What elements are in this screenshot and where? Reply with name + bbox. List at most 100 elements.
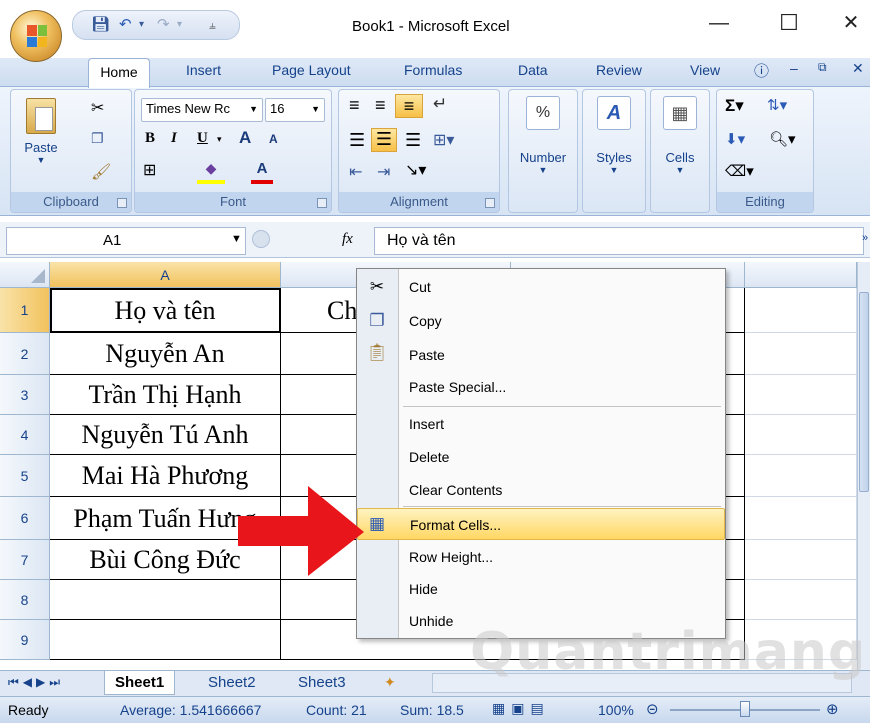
italic-button[interactable]: I (171, 130, 177, 147)
cell-d[interactable] (745, 288, 857, 333)
align-bottom-icon[interactable]: ≡ (395, 94, 423, 118)
increase-indent-icon[interactable]: ⇥ (377, 162, 390, 182)
ribbon-close-icon[interactable]: ✕ (852, 60, 864, 77)
column-header-a[interactable]: A (50, 262, 281, 288)
row-header[interactable]: 6 (0, 497, 50, 540)
grow-font-button[interactable]: A (239, 128, 251, 148)
tab-formulas[interactable]: Formulas (404, 62, 462, 78)
align-top-icon[interactable]: ≡ (349, 96, 360, 114)
tab-view[interactable]: View (690, 62, 720, 78)
autosum-icon[interactable]: Σ▾ (725, 96, 744, 116)
cell-a[interactable] (50, 620, 281, 660)
redo-dropdown-icon[interactable]: ▾ (177, 16, 182, 34)
cell-d[interactable] (745, 333, 857, 375)
menu-item-paste[interactable]: Paste (399, 339, 725, 371)
cell-a[interactable]: Trần Thị Hạnh (50, 375, 281, 415)
maximize-button[interactable]: ☐ (772, 8, 806, 38)
ribbon-minimize-icon[interactable]: – (790, 60, 798, 76)
undo-dropdown-icon[interactable]: ▾ (139, 16, 144, 34)
row-header[interactable]: 5 (0, 455, 50, 497)
row-header[interactable]: 8 (0, 580, 50, 620)
cell-a[interactable]: Họ và tên (50, 288, 281, 333)
menu-item-clear-contents[interactable]: Clear Contents (399, 474, 725, 506)
customize-qat-icon[interactable]: ⫨ (209, 16, 216, 34)
cell-d[interactable] (745, 497, 857, 540)
tab-home[interactable]: Home (88, 58, 150, 88)
styles-button[interactable]: A Styles ▼ (585, 96, 643, 175)
cell-d[interactable] (745, 580, 857, 620)
underline-button[interactable]: U (197, 130, 208, 147)
decrease-indent-icon[interactable]: ⇤ (349, 162, 362, 182)
select-all-button[interactable] (0, 262, 50, 288)
cell-a[interactable]: Nguyễn Tú Anh (50, 415, 281, 455)
font-size-box[interactable]: 16 ▼ (265, 98, 325, 122)
sort-filter-icon[interactable]: ⇅▾ (767, 96, 787, 114)
orientation-icon[interactable]: ↘▾ (405, 160, 426, 180)
menu-item-delete[interactable]: Delete (399, 441, 725, 473)
save-icon[interactable]: 💾︎ (91, 16, 110, 34)
name-box[interactable]: A1 ▼ (6, 227, 246, 255)
font-name-box[interactable]: Times New Rc ▼ (141, 98, 263, 122)
view-buttons[interactable]: ▦▣▤ (492, 700, 550, 717)
wrap-text-icon[interactable]: ↵ (433, 94, 447, 114)
help-icon[interactable]: ⓘ (754, 60, 769, 81)
fill-color-icon[interactable]: ◆ (197, 160, 225, 184)
find-select-icon[interactable]: 🔍︎▾ (769, 130, 796, 148)
name-box-dropdown-icon[interactable]: ▼ (231, 233, 242, 245)
redo-icon[interactable]: ↷ (157, 16, 170, 34)
zoom-in-icon[interactable]: ⊕ (826, 700, 839, 718)
undo-icon[interactable]: ↶ (119, 16, 132, 34)
cell-d[interactable] (745, 375, 857, 415)
number-button[interactable]: % Number ▼ (513, 96, 573, 175)
fill-icon[interactable]: ⬇▾ (725, 130, 745, 148)
bold-button[interactable]: B (145, 130, 155, 147)
scroll-thumb[interactable] (859, 292, 869, 492)
row-header[interactable]: 7 (0, 540, 50, 580)
shrink-font-button[interactable]: A (269, 132, 278, 146)
row-header[interactable]: 4 (0, 415, 50, 455)
cell-a[interactable] (50, 580, 281, 620)
align-right-icon[interactable]: ☰ (405, 130, 421, 151)
menu-item-hide[interactable]: Hide (399, 573, 725, 605)
sheet-tab-1[interactable]: Sheet1 (104, 671, 176, 695)
fx-icon[interactable]: fx (342, 231, 353, 248)
cell-d[interactable] (745, 455, 857, 497)
copy-icon[interactable]: ❐ (91, 130, 104, 147)
clear-icon[interactable]: ⌫▾ (725, 162, 754, 180)
paste-button[interactable]: Paste ▼ (17, 94, 65, 176)
menu-item-copy[interactable]: Copy (399, 305, 725, 337)
format-painter-icon[interactable]: 🖌︎ (91, 162, 111, 182)
align-left-icon[interactable]: ☰ (349, 130, 365, 151)
cell-d[interactable] (745, 415, 857, 455)
ribbon-restore-icon[interactable]: ⧉ (818, 60, 827, 75)
row-header[interactable]: 1 (0, 288, 50, 333)
font-launcher-icon[interactable] (317, 198, 327, 208)
borders-icon[interactable]: ⊞ (143, 160, 156, 180)
sheet-nav-icons[interactable]: ⏮◀▶⏭ (8, 675, 64, 690)
menu-item-cut[interactable]: Cut (399, 271, 725, 303)
vertical-scrollbar[interactable] (857, 262, 870, 670)
formula-input[interactable]: Họ và tên (374, 227, 864, 255)
menu-item-insert[interactable]: Insert (399, 408, 725, 440)
cells-button[interactable]: ▦ Cells ▼ (653, 96, 707, 175)
cell-d[interactable] (745, 540, 857, 580)
row-header[interactable]: 3 (0, 375, 50, 415)
menu-item-paste-special[interactable]: Paste Special... (399, 371, 725, 403)
alignment-launcher-icon[interactable] (485, 198, 495, 208)
minimize-button[interactable]: — (702, 8, 736, 38)
tab-page-layout[interactable]: Page Layout (272, 62, 351, 78)
close-button[interactable]: ✕ (834, 8, 868, 38)
zoom-slider-thumb[interactable] (740, 701, 750, 717)
row-header[interactable]: 9 (0, 620, 50, 660)
sheet-tab-2[interactable]: Sheet2 (198, 671, 266, 695)
column-header-d[interactable] (745, 262, 857, 288)
underline-dropdown-icon[interactable]: ▾ (217, 134, 222, 145)
merge-center-icon[interactable]: ⊞▾ (433, 130, 454, 150)
office-button[interactable] (10, 10, 62, 62)
tab-review[interactable]: Review (596, 62, 642, 78)
tab-data[interactable]: Data (518, 62, 548, 78)
menu-item-row-height[interactable]: Row Height... (399, 541, 725, 573)
expand-formula-icon[interactable]: » (862, 232, 868, 244)
align-middle-icon[interactable]: ≡ (375, 96, 386, 114)
zoom-out-icon[interactable]: ⊝ (646, 700, 659, 718)
